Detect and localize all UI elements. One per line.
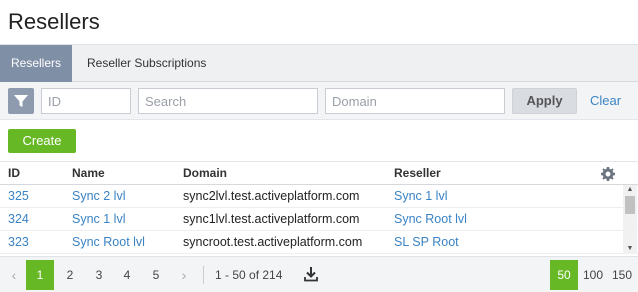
column-header-name[interactable]: Name xyxy=(72,162,105,185)
range-text: 1 - 50 of 214 xyxy=(215,268,283,282)
pager-divider xyxy=(203,266,204,284)
row-name-link[interactable]: Sync Root lvl xyxy=(72,231,145,253)
row-reseller-link[interactable]: Sync Root lvl xyxy=(394,208,467,230)
page-size-150[interactable]: 150 xyxy=(608,260,636,290)
page-title: Resellers xyxy=(8,9,100,34)
table-row: 325 Sync 2 lvl sync2lvl.test.activeplatf… xyxy=(0,185,638,208)
page-size-100[interactable]: 100 xyxy=(579,260,607,290)
page-button-2[interactable]: 2 xyxy=(56,260,84,290)
row-domain: syncroot.test.activeplatform.com xyxy=(183,235,363,249)
gear-icon[interactable] xyxy=(601,167,615,181)
scroll-down-arrow-icon[interactable]: ▼ xyxy=(623,244,637,254)
download-icon[interactable] xyxy=(304,266,318,282)
scroll-up-arrow-icon[interactable]: ▲ xyxy=(623,185,637,195)
row-reseller-link[interactable]: SL SP Root xyxy=(394,231,459,253)
id-filter-input[interactable] xyxy=(41,88,131,114)
row-name-link[interactable]: Sync 2 lvl xyxy=(72,185,126,207)
clear-link[interactable]: Clear xyxy=(590,88,621,114)
row-id-link[interactable]: 323 xyxy=(8,231,29,253)
create-button[interactable]: Create xyxy=(8,129,76,153)
resellers-table: ID Name Domain Reseller 325 Sync 2 lvl s… xyxy=(0,161,638,254)
page-button-3[interactable]: 3 xyxy=(85,260,113,290)
search-input[interactable] xyxy=(138,88,318,114)
apply-button[interactable]: Apply xyxy=(512,88,577,114)
table-row: 323 Sync Root lvl syncroot.test.activepl… xyxy=(0,231,638,254)
domain-filter-input[interactable] xyxy=(325,88,505,114)
tab-reseller-subscriptions[interactable]: Reseller Subscriptions xyxy=(77,45,216,82)
table-row: 324 Sync 1 lvl sync1lvl.test.activeplatf… xyxy=(0,208,638,231)
column-header-reseller[interactable]: Reseller xyxy=(394,162,441,185)
row-id-link[interactable]: 325 xyxy=(8,185,29,207)
chevron-right-icon[interactable]: › xyxy=(176,260,192,290)
filter-bar: Apply Clear xyxy=(0,82,638,120)
page-button-5[interactable]: 5 xyxy=(142,260,170,290)
filter-toggle-button[interactable] xyxy=(8,88,34,114)
row-domain: sync2lvl.test.activeplatform.com xyxy=(183,189,360,203)
page-size-50[interactable]: 50 xyxy=(550,260,578,290)
page-button-4[interactable]: 4 xyxy=(113,260,141,290)
column-header-domain[interactable]: Domain xyxy=(183,162,227,185)
scrollbar-thumb[interactable] xyxy=(625,196,635,214)
tab-bar: Resellers Reseller Subscriptions xyxy=(0,44,638,82)
table-scrollbar[interactable]: ▲ ▼ xyxy=(623,185,637,254)
filter-icon xyxy=(14,95,28,107)
row-domain: sync1lvl.test.activeplatform.com xyxy=(183,212,360,226)
chevron-left-icon[interactable]: ‹ xyxy=(6,260,22,290)
row-name-link[interactable]: Sync 1 lvl xyxy=(72,208,126,230)
column-header-id[interactable]: ID xyxy=(8,162,20,185)
page-button-1[interactable]: 1 xyxy=(26,260,54,290)
row-id-link[interactable]: 324 xyxy=(8,208,29,230)
table-header: ID Name Domain Reseller xyxy=(0,161,638,185)
row-reseller-link[interactable]: Sync 1 lvl xyxy=(394,185,448,207)
table-body: 325 Sync 2 lvl sync2lvl.test.activeplatf… xyxy=(0,185,638,254)
pagination-bar: ‹ 1 2 3 4 5 › 1 - 50 of 214 50 100 150 xyxy=(0,256,638,292)
tab-resellers[interactable]: Resellers xyxy=(0,45,72,82)
